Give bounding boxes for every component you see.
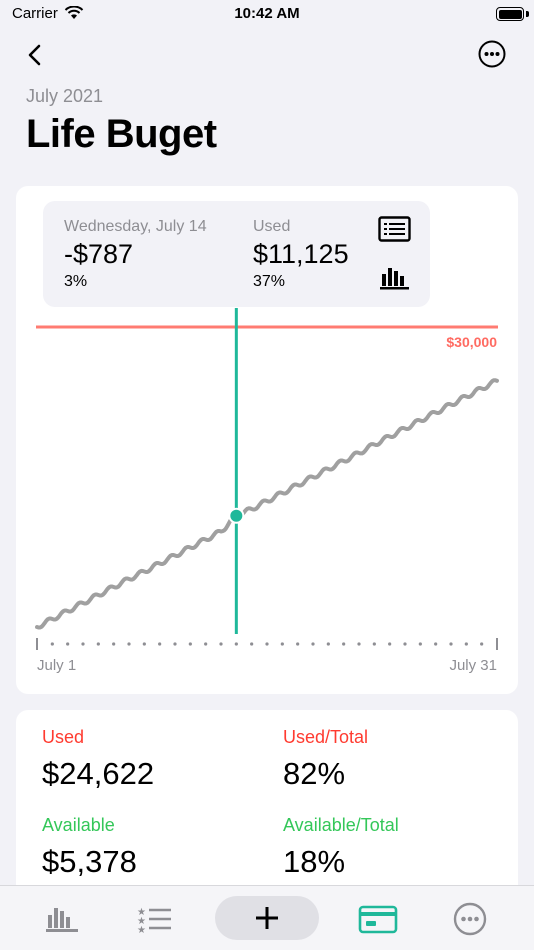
battery-icon [496, 7, 524, 21]
tooltip-used-label: Used [253, 218, 291, 235]
budget-limit-label: $30,000 [446, 334, 497, 350]
used-value: $24,622 [42, 756, 155, 791]
axis-day-tick [418, 642, 422, 646]
axis-day-tick [342, 642, 346, 646]
spending-line [35, 378, 499, 630]
available-value: $5,378 [42, 844, 137, 879]
available-total-value: 18% [283, 844, 346, 879]
axis-day-tick [158, 642, 162, 646]
tab-accounts[interactable] [346, 886, 410, 950]
tab-more[interactable] [438, 886, 502, 950]
transactions-list-icon[interactable] [378, 216, 411, 242]
axis-day-tick [296, 642, 300, 646]
tooltip-used-percent: 37% [253, 273, 286, 290]
add-icon [256, 907, 278, 929]
axis-day-tick [250, 642, 254, 646]
x-label-end: July 31 [449, 657, 497, 674]
axis-day-tick [81, 642, 85, 646]
axis-day-tick [188, 642, 192, 646]
tooltip-used-value: $11,125 [253, 239, 349, 269]
battery-tip [526, 11, 529, 17]
x-axis [36, 638, 498, 650]
tab-overview[interactable] [30, 886, 94, 950]
axis-day-tick [388, 642, 392, 646]
axis-day-tick [449, 642, 453, 646]
available-total-label: Available/Total [283, 815, 399, 835]
axis-day-tick [280, 642, 284, 646]
axis-day-tick [357, 642, 361, 646]
cursor-point[interactable] [228, 507, 245, 524]
page-title: Life Buget [26, 112, 217, 156]
axis-day-tick [480, 642, 484, 646]
axis-day-tick [96, 642, 100, 646]
tooltip-day-percent: 3% [64, 273, 88, 290]
axis-day-tick [50, 642, 54, 646]
selection-tooltip: Wednesday, July 14 -$787 3% Used $11,125… [43, 201, 430, 307]
axis-day-tick [311, 642, 315, 646]
axis-day-tick [234, 642, 238, 646]
period-label: July 2021 [26, 86, 104, 106]
axis-day-tick [142, 642, 146, 646]
axis-day-tick [265, 642, 269, 646]
list-icon: ★ ★ ★ [137, 907, 171, 933]
used-total-value: 82% [283, 756, 346, 791]
axis-day-tick [204, 642, 208, 646]
tooltip-date: Wednesday, July 14 [64, 218, 207, 235]
tab-list[interactable]: ★ ★ ★ [122, 886, 186, 950]
tab-bar: ★ ★ ★ [0, 885, 534, 950]
axis-day-tick [219, 642, 223, 646]
used-total-label: Used/Total [283, 727, 369, 747]
axis-day-tick [127, 642, 131, 646]
tooltip-day-value: -$787 [64, 239, 134, 269]
svg-text:★: ★ [137, 925, 146, 933]
card-icon [358, 905, 398, 933]
axis-day-tick [403, 642, 407, 646]
axis-day-tick [112, 642, 116, 646]
status-bar: Carrier 10:42 AM [0, 0, 534, 34]
axis-day-tick [173, 642, 177, 646]
axis-day-tick [326, 642, 330, 646]
add-button[interactable] [215, 896, 319, 940]
bar-chart-icon[interactable] [380, 265, 410, 290]
more-options-icon[interactable] [478, 40, 506, 68]
available-label: Available [42, 815, 115, 835]
axis-day-tick [434, 642, 438, 646]
status-time: 10:42 AM [234, 5, 300, 22]
x-label-start: July 1 [37, 657, 76, 674]
back-chevron-icon[interactable] [22, 42, 48, 68]
axis-day-tick [372, 642, 376, 646]
used-label: Used [42, 727, 85, 747]
chart-icon [46, 907, 78, 932]
more-icon [453, 902, 487, 935]
axis-day-tick [464, 642, 468, 646]
axis-day-tick [66, 642, 70, 646]
